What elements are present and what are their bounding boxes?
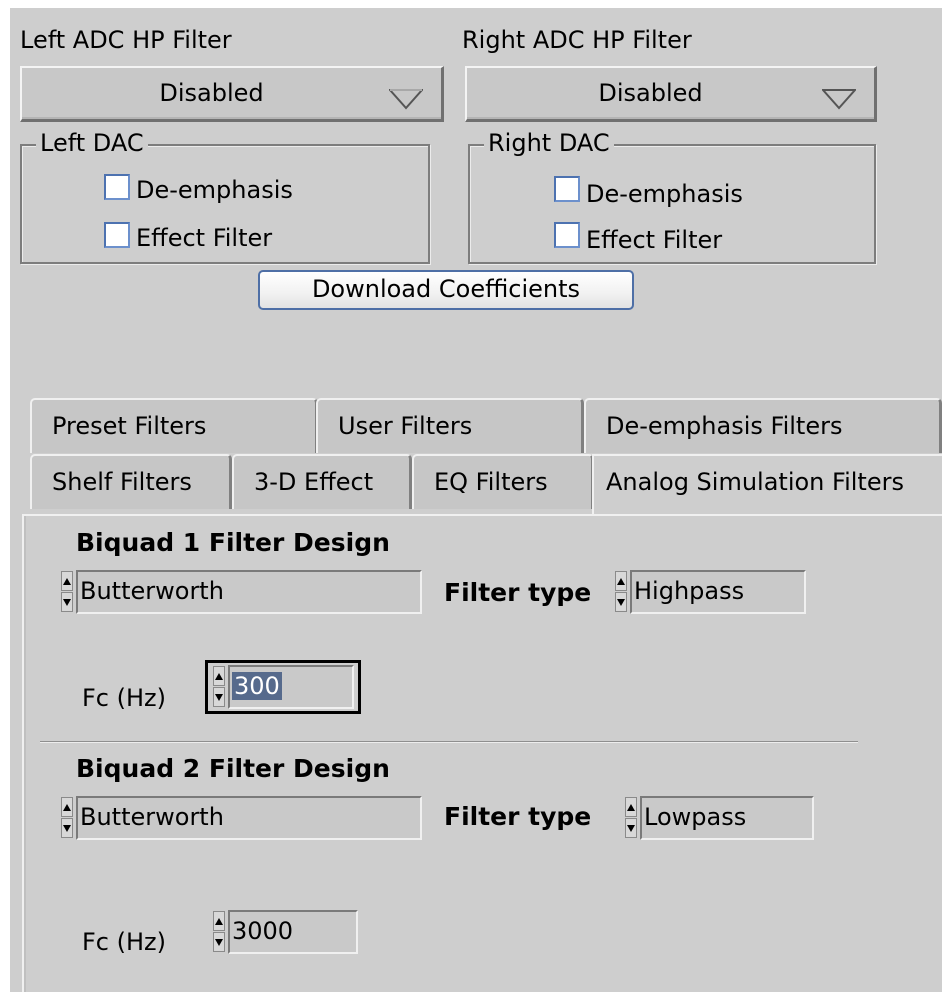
dropdown-triangle-icon [822,89,856,110]
up-down-spinner-icon[interactable] [614,570,628,614]
right-dac-de-emphasis-label: De-emphasis [586,180,743,208]
left-adc-hp-filter-dropdown[interactable]: Disabled [20,66,444,122]
up-down-spinner-icon[interactable] [624,796,638,840]
download-coefficients-button[interactable]: Download Coefficients [258,270,634,310]
tab-3d-effect[interactable]: 3-D Effect [232,454,412,509]
up-down-spinner-icon[interactable] [60,570,74,614]
biquad1-fc-label: Fc (Hz) [82,684,166,712]
tab-shelf-filters[interactable]: Shelf Filters [30,454,232,509]
dropdown-triangle-icon [389,89,423,110]
right-adc-hp-filter-label: Right ADC HP Filter [462,26,692,54]
tab-user-filters[interactable]: User Filters [316,398,584,453]
biquad2-fc-input[interactable]: 3000 [228,910,358,954]
biquad2-filter-type-ring[interactable]: Lowpass [640,796,814,840]
left-adc-hp-filter-value: Disabled [159,79,264,107]
left-dac-group: Left DAC De-emphasis Effect Filter [20,129,430,264]
up-down-spinner-icon[interactable] [212,665,226,709]
up-down-spinner-icon[interactable] [212,910,226,954]
right-adc-hp-filter-value: Disabled [598,79,703,107]
tab-analog-simulation-filters[interactable]: Analog Simulation Filters [592,454,942,516]
tab-preset-filters[interactable]: Preset Filters [30,398,318,453]
biquad2-fc-label: Fc (Hz) [82,928,166,956]
biquad1-design-ring[interactable]: Butterworth [76,570,422,614]
up-down-spinner-icon[interactable] [60,796,74,840]
biquad1-fc-input[interactable]: 300 [228,665,354,709]
left-dac-de-emphasis-label: De-emphasis [136,176,293,204]
biquad1-fc-value: 300 [232,672,282,700]
left-dac-de-emphasis-checkbox[interactable] [104,174,130,200]
tab-eq-filters[interactable]: EQ Filters [412,454,594,509]
tab-de-emphasis-filters[interactable]: De-emphasis Filters [584,398,942,453]
biquad1-filter-type-label: Filter type [444,578,592,607]
biquad1-heading: Biquad 1 Filter Design [76,528,390,557]
left-dac-title: Left DAC [36,129,148,157]
right-dac-de-emphasis-checkbox[interactable] [554,176,580,202]
right-dac-title: Right DAC [484,129,614,157]
biquad2-design-ring[interactable]: Butterworth [76,796,422,840]
right-dac-effect-filter-checkbox[interactable] [554,222,580,248]
left-adc-hp-filter-label: Left ADC HP Filter [20,26,232,54]
right-dac-effect-filter-label: Effect Filter [586,226,723,254]
left-dac-effect-filter-label: Effect Filter [136,224,273,252]
left-dac-effect-filter-checkbox[interactable] [104,222,130,248]
right-adc-hp-filter-dropdown[interactable]: Disabled [465,66,877,122]
biquad2-filter-type-label: Filter type [444,802,592,831]
right-dac-group: Right DAC De-emphasis Effect Filter [468,129,876,264]
biquad2-heading: Biquad 2 Filter Design [76,754,390,783]
biquad1-filter-type-ring[interactable]: Highpass [630,570,806,614]
section-divider [40,741,858,743]
filter-panel: Left ADC HP Filter Disabled Right ADC HP… [10,8,942,992]
